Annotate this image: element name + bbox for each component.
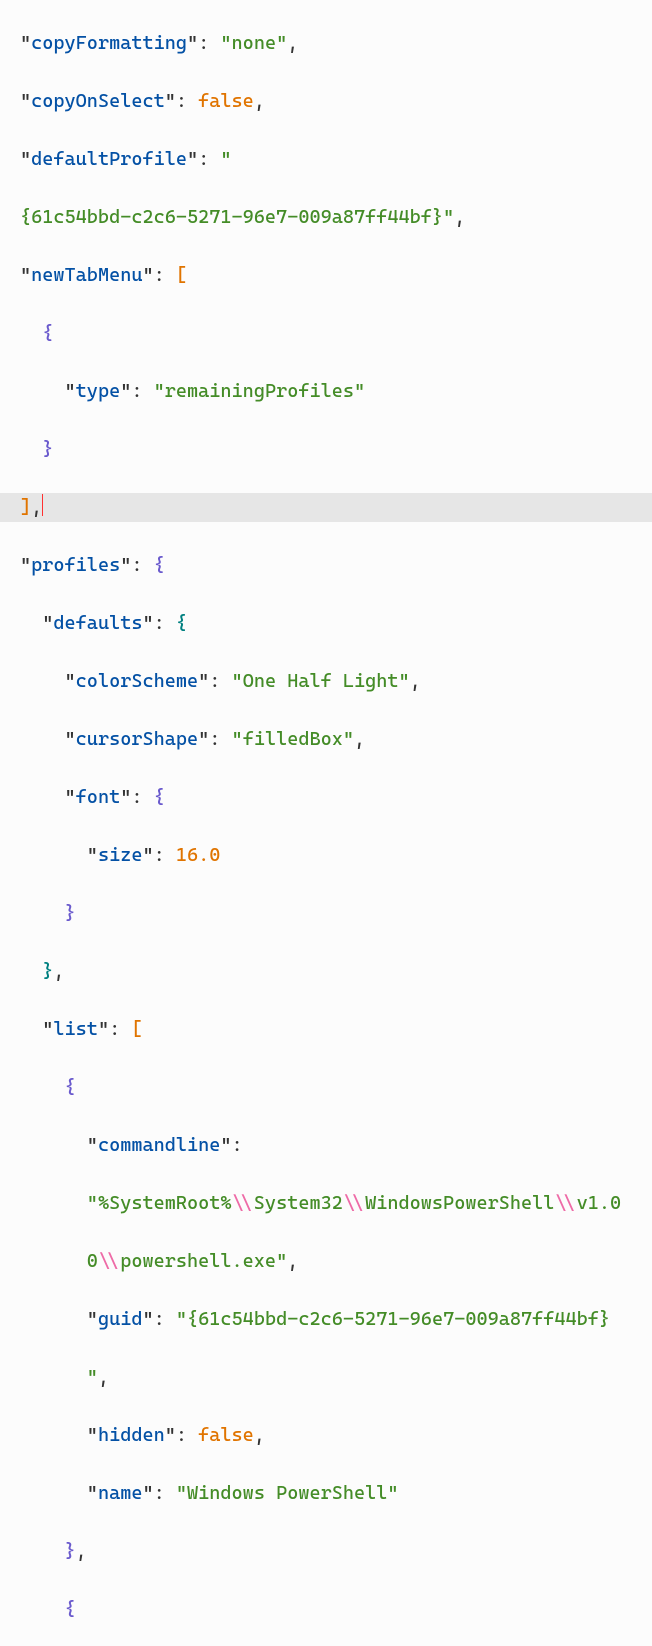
code-editor[interactable]: "copyFormatting": "none", "copyOnSelect"… [0,0,652,1646]
code-line: "copyOnSelect": false, [20,87,652,116]
code-line: }, [20,957,652,986]
code-line: } [20,899,652,928]
code-line: 0\\powershell.exe", [20,1247,652,1276]
code-line: "colorScheme": "One Half Light", [20,667,652,696]
code-line: "defaultProfile": " [20,145,652,174]
code-line: "list": [ [20,1015,652,1044]
text-cursor [42,494,43,516]
code-line: {61c54bbd-c2c6-5271-96e7-009a87ff44bf}", [20,203,652,232]
code-line: { [20,319,652,348]
code-line: "commandline": [20,1131,652,1160]
code-line: { [20,1073,652,1102]
code-line: "copyFormatting": "none", [20,29,652,58]
code-line: "hidden": false, [20,1421,652,1450]
code-line: "defaults": { [20,609,652,638]
code-line: "%SystemRoot%\\System32\\WindowsPowerShe… [20,1189,652,1218]
code-line-current: ], [0,493,652,522]
code-line: { [20,1595,652,1624]
code-line: ", [20,1363,652,1392]
code-line: "newTabMenu": [ [20,261,652,290]
code-line: "guid": "{61c54bbd-c2c6-5271-96e7-009a87… [20,1305,652,1334]
code-line: "cursorShape": "filledBox", [20,725,652,754]
code-line: "size": 16.0 [20,841,652,870]
code-line: "font": { [20,783,652,812]
code-line: "name": "Windows PowerShell" [20,1479,652,1508]
code-line: } [20,435,652,464]
code-line: }, [20,1537,652,1566]
code-line: "profiles": { [20,551,652,580]
code-line: "type": "remainingProfiles" [20,377,652,406]
